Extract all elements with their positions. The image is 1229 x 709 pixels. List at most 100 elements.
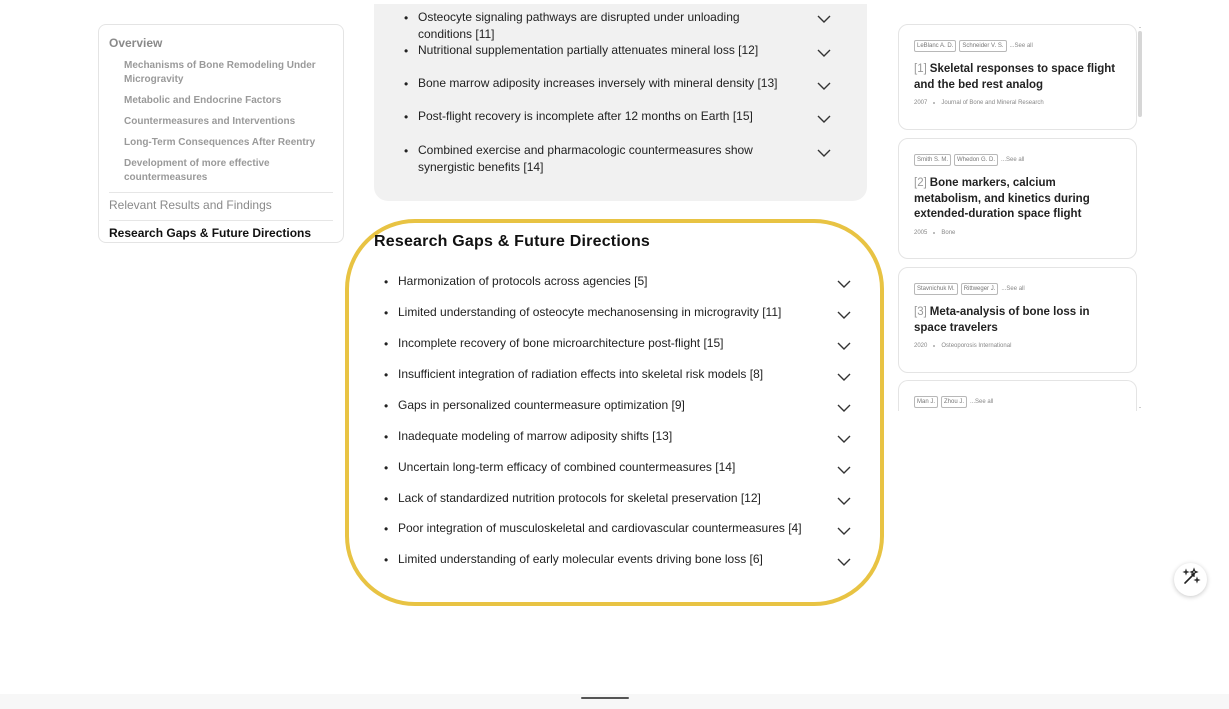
author-chip[interactable]: Smith S. M. [914, 154, 952, 166]
gap-item[interactable]: • Uncertain long-term efficacy of combin… [384, 459, 824, 477]
gap-text: Inadequate modeling of marrow adiposity … [398, 429, 673, 443]
citation-meta: 2007 Journal of Bone and Mineral Researc… [914, 100, 1121, 106]
citation-card[interactable]: Stavnichuk M. Rittweger J. ...See all [3… [898, 267, 1137, 373]
toc-subitem-countermeasures[interactable]: Countermeasures and Interventions [109, 115, 333, 129]
gap-item[interactable]: • Poor integration of musculoskeletal an… [384, 520, 824, 538]
finding-item[interactable]: • Post-flight recovery is incomplete aft… [404, 108, 794, 126]
chevron-down-icon[interactable] [837, 557, 851, 567]
chevron-down-icon[interactable] [817, 114, 831, 124]
finding-text: Osteocyte signaling pathways are disrupt… [418, 10, 740, 41]
gap-item[interactable]: • Limited understanding of osteocyte mec… [384, 304, 824, 322]
finding-item[interactable]: • Osteocyte signaling pathways are disru… [404, 9, 794, 43]
citation-title-text: Bone markers, calcium metabolism, and ki… [914, 177, 1090, 220]
bullet: • [384, 522, 389, 536]
gap-text: Limited understanding of early molecular… [398, 552, 763, 566]
chevron-down-icon[interactable] [817, 81, 831, 91]
scrollbar-thumb[interactable] [1138, 31, 1142, 117]
see-all-link[interactable]: ...See all [1001, 157, 1024, 163]
gap-item[interactable]: • Gaps in personalized countermeasure op… [384, 397, 824, 415]
ai-assistant-button[interactable] [1174, 563, 1207, 596]
citation-year: 2020 [914, 343, 928, 349]
author-chip[interactable]: LeBlanc A. D. [914, 40, 957, 52]
citation-card[interactable]: LeBlanc A. D. Schneider V. S. ...See all… [898, 24, 1137, 130]
citation-journal: Bone [941, 229, 956, 236]
author-list: Man J. Zhou J. ...See all [914, 396, 1121, 408]
toc-subitem-metabolic[interactable]: Metabolic and Endocrine Factors [109, 94, 333, 108]
section-title: Research Gaps & Future Directions [374, 233, 651, 250]
citation-journal: Journal of Bone and Mineral Research [941, 100, 1044, 106]
citation-journal: Osteoporosis International [941, 343, 1012, 349]
author-chip[interactable]: Man J. [914, 396, 939, 408]
chevron-down-icon[interactable] [817, 14, 831, 24]
chevron-down-icon[interactable] [837, 496, 851, 506]
author-chip[interactable]: Rittweger J. [960, 283, 999, 295]
citation-title-text: Skeletal responses to space flight and t… [914, 63, 1116, 91]
author-list: Stavnichuk M. Rittweger J. ...See all [914, 283, 1121, 295]
author-chip[interactable]: Stavnichuk M. [914, 283, 958, 295]
citation-number: [1] [914, 63, 927, 75]
bottom-handle[interactable] [581, 697, 629, 699]
bullet: • [384, 275, 389, 289]
author-chip[interactable]: Schneider V. S. [959, 40, 1007, 52]
bullet: • [384, 337, 389, 351]
author-chip[interactable]: Zhou J. [941, 396, 968, 408]
see-all-link[interactable]: ...See all [1001, 286, 1024, 292]
gap-text: Lack of standardized nutrition protocols… [398, 491, 761, 505]
bullet: • [384, 399, 389, 413]
citation-year: 2005 [914, 229, 928, 236]
bullet: • [404, 11, 409, 25]
chevron-down-icon[interactable] [837, 279, 851, 289]
dot-separator [933, 231, 936, 234]
chevron-down-icon[interactable] [837, 465, 851, 475]
see-all-link[interactable]: ...See all [970, 399, 993, 405]
citation-title[interactable]: [2] Bone markers, calcium metabolism, and… [914, 176, 1121, 223]
bullet: • [384, 492, 389, 506]
citation-card[interactable]: Man J. Zhou J. ...See all [898, 380, 1137, 411]
toc-research-gaps[interactable]: Research Gaps & Future Directions [109, 226, 333, 240]
dot-separator [933, 345, 936, 347]
bullet: • [384, 430, 389, 444]
finding-item[interactable]: • Bone marrow adiposity increases invers… [404, 75, 794, 93]
toc-subitem-long-term[interactable]: Long-Term Consequences After Reentry [109, 136, 333, 150]
finding-text: Bone marrow adiposity increases inversel… [418, 76, 778, 90]
toc-subitem-mechanisms[interactable]: Mechanisms of Bone Remodeling Under Micr… [109, 59, 333, 87]
citation-number: [2] [914, 177, 927, 189]
chevron-down-icon[interactable] [837, 372, 851, 382]
gap-item[interactable]: • Inadequate modeling of marrow adiposit… [384, 428, 824, 446]
gap-item[interactable]: • Limited understanding of early molecul… [384, 551, 824, 569]
bullet: • [404, 144, 409, 158]
see-all-link[interactable]: ...See all [1010, 43, 1033, 49]
gap-item[interactable]: • Lack of standardized nutrition protoco… [384, 490, 824, 508]
chevron-down-icon[interactable] [837, 434, 851, 444]
toc-subitem-development[interactable]: Development of more effective countermea… [109, 157, 333, 185]
toc-relevant-results[interactable]: Relevant Results and Findings [109, 198, 333, 212]
chevron-down-icon[interactable] [837, 403, 851, 413]
finding-item[interactable]: • Nutritional supplementation partially … [404, 42, 794, 60]
chevron-down-icon[interactable] [837, 341, 851, 351]
gap-item[interactable]: • Incomplete recovery of bone microarchi… [384, 335, 824, 353]
author-list: LeBlanc A. D. Schneider V. S. ...See all [914, 40, 1121, 52]
toc-overview[interactable]: Overview [109, 36, 333, 50]
author-chip[interactable]: Whedon G. D. [954, 154, 999, 166]
citation-title[interactable]: [3] Meta-analysis of bone loss in space t… [914, 305, 1121, 336]
table-of-contents: Overview Mechanisms of Bone Remodeling U… [98, 24, 344, 243]
finding-text: Nutritional supplementation partially at… [418, 43, 759, 57]
citation-card[interactable]: Smith S. M. Whedon G. D. ...See all [2] B… [898, 138, 1137, 259]
gap-text: Poor integration of musculoskeletal and … [398, 521, 802, 535]
chevron-down-icon[interactable] [817, 148, 831, 158]
scrollbar-arrow-down[interactable] [1139, 407, 1141, 408]
scrollbar-arrow-up[interactable] [1139, 27, 1141, 28]
divider [109, 192, 333, 193]
finding-item[interactable]: • Combined exercise and pharmacologic co… [404, 142, 796, 176]
author-list: Smith S. M. Whedon G. D. ...See all [914, 154, 1121, 166]
gap-item[interactable]: • Harmonization of protocols across agen… [384, 273, 824, 291]
chevron-down-icon[interactable] [837, 526, 851, 536]
gap-text: Harmonization of protocols across agenci… [398, 274, 648, 288]
citation-title[interactable]: [1] Skeletal responses to space flight an… [914, 62, 1121, 93]
chevron-down-icon[interactable] [837, 310, 851, 320]
chevron-down-icon[interactable] [817, 48, 831, 58]
citation-meta: 2020 Osteoporosis International [914, 343, 1121, 349]
bullet: • [404, 110, 409, 124]
gap-item[interactable]: • Insufficient integration of radiation … [384, 366, 824, 384]
bullet: • [384, 368, 389, 382]
